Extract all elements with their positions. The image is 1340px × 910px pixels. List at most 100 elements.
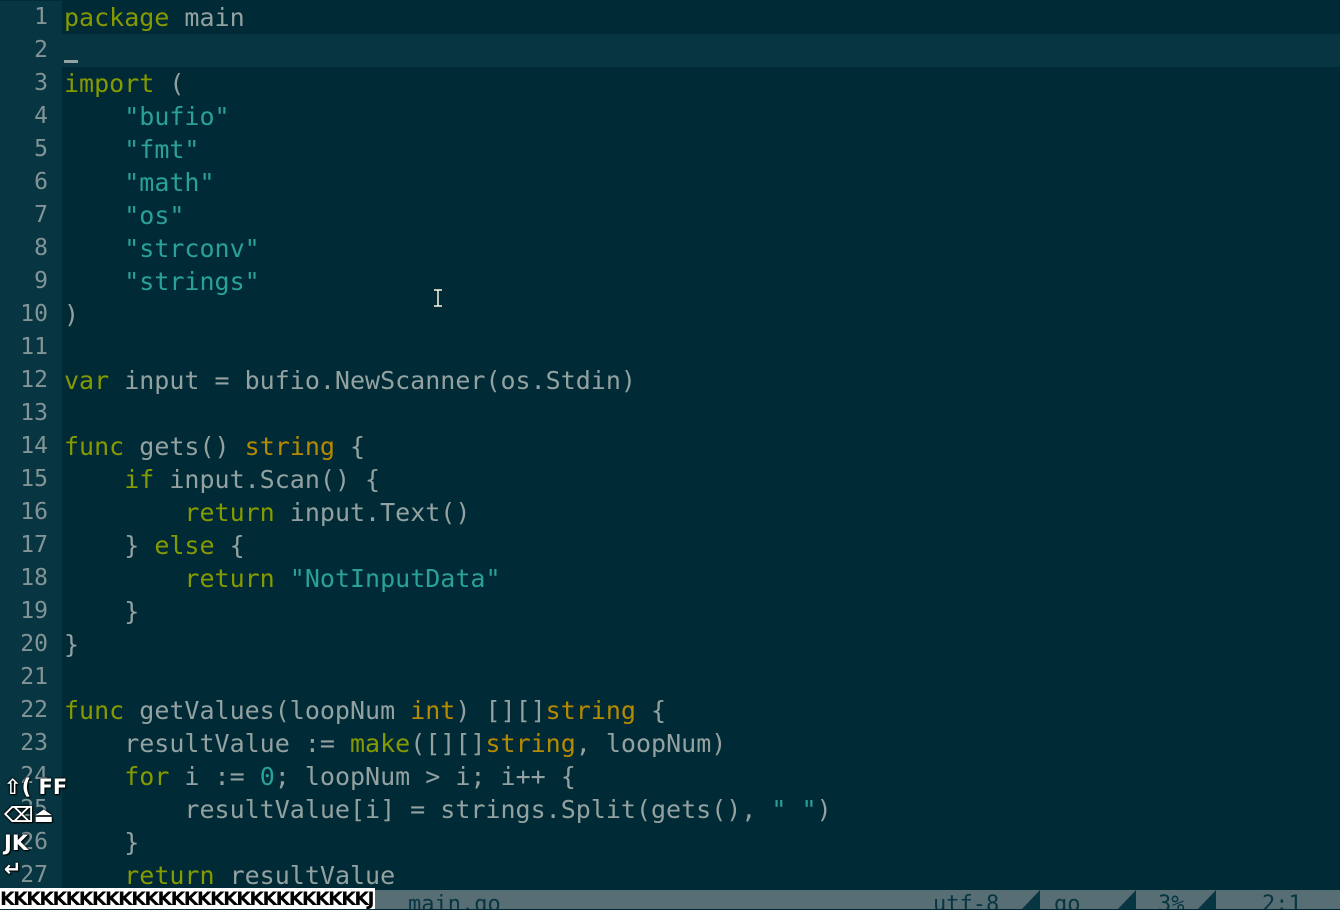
code-text[interactable]: resultValue[i] = strings.Split(gets(), "… [64,793,832,826]
code-token: gets() [124,432,245,461]
code-token: resultValue[i] = strings.Split(gets(), [64,795,772,824]
code-line[interactable]: 7 "os" [0,199,1340,232]
code-token: { [334,432,366,461]
code-text[interactable]: "strconv" [64,232,260,265]
code-line[interactable]: 8 "strconv" [0,232,1340,265]
code-line[interactable]: 19 } [0,595,1340,628]
code-text[interactable]: return resultValue [64,859,395,890]
code-line[interactable]: 10) [0,298,1340,331]
line-number: 16 [0,496,62,529]
code-text[interactable]: } [64,595,139,628]
code-token: func [64,696,125,725]
code-token: import [64,69,155,98]
code-token: main [169,3,245,32]
code-line[interactable]: 16 return input.Text() [0,496,1340,529]
code-token: ; loopNum > i; i++ { [274,762,576,791]
code-token: "fmt" [124,135,200,164]
code-line[interactable]: 13 [0,397,1340,430]
code-line[interactable]: 3 import ( [0,67,1340,100]
code-token: var [64,366,110,395]
code-text[interactable]: for i := 0; loopNum > i; i++ { [64,760,576,793]
status-separator [1118,890,1136,909]
code-text[interactable]: "fmt" [64,133,199,166]
code-text[interactable]: } [64,826,139,859]
code-token: "strconv" [124,234,260,263]
code-token: return [184,498,275,527]
code-text[interactable]: var input = bufio.NewScanner(os.Stdin) [64,364,636,397]
code-token: ([][] [410,729,486,758]
code-line[interactable]: 23 resultValue := make([][]string, loopN… [0,727,1340,760]
code-line[interactable]: 5 "fmt" [0,133,1340,166]
code-line[interactable]: 22 func getValues(loopNum int) [][]string… [0,694,1340,727]
code-line[interactable]: 2 [0,34,1340,67]
code-token: , loopNum) [575,729,727,758]
line-number: 13 [0,397,62,430]
code-text[interactable]: import ( [64,67,184,100]
status-filename: main.go [408,892,501,909]
code-line[interactable]: 24 for i := 0; loopNum > i; i++ { [0,760,1340,793]
code-line[interactable]: 1 package main [0,1,1340,34]
code-line[interactable]: 25 resultValue[i] = strings.Split(gets()… [0,793,1340,826]
code-token: ) [64,300,80,329]
code-line[interactable]: 15 if input.Scan() { [0,463,1340,496]
code-line[interactable]: 12 var input = bufio.NewScanner(os.Stdin) [0,364,1340,397]
code-text[interactable]: resultValue := make([][]string, loopNum) [64,727,726,760]
code-text[interactable]: "os" [64,199,184,232]
code-line[interactable]: 9 "strings" [0,265,1340,298]
code-token: i := [169,762,260,791]
code-line[interactable]: 27 return resultValue [0,859,1340,890]
code-editor[interactable]: 1 package main 2 3 import (4 "bufio" 5 "fmt" 6… [0,0,1340,890]
code-text[interactable]: } [64,628,79,661]
status-separator [1198,890,1216,909]
code-line[interactable]: 11 [0,331,1340,364]
status-percent: 3% [1158,892,1185,909]
code-token: string [244,432,335,461]
code-token: input = bufio.NewScanner(os.Stdin) [109,366,636,395]
code-text[interactable]: return input.Text() [64,496,470,529]
code-line[interactable]: 4 "bufio" [0,100,1340,133]
code-text[interactable]: } else { [64,529,245,562]
code-text[interactable]: func gets() string { [64,430,365,463]
code-text[interactable]: return "NotInputData" [64,562,500,595]
code-token: ( [154,69,185,98]
code-text[interactable]: if input.Scan() { [64,463,380,496]
code-token: 0 [259,762,275,791]
status-encoding: utf-8 [933,892,1000,909]
code-text[interactable]: "math" [64,166,214,199]
code-token: resultValue [214,861,396,890]
line-number: 9 [0,265,62,298]
code-line[interactable]: 6 "math" [0,166,1340,199]
code-text[interactable]: package main [64,1,245,34]
text-cursor-ibeam-icon [434,289,442,307]
code-token: ) [816,795,832,824]
code-token: ) [][] [455,696,546,725]
code-line[interactable]: 17 } else { [0,529,1340,562]
line-number: 19 [0,595,62,628]
code-line[interactable]: 26 } [0,826,1340,859]
code-token: getValues(loopNum [124,696,411,725]
code-line[interactable]: 14 func gets() string { [0,430,1340,463]
code-text[interactable]: "bufio" [64,100,229,133]
code-token: for [124,762,170,791]
code-text[interactable]: ) [64,298,79,331]
line-number: 17 [0,529,62,562]
code-token: } [64,597,140,626]
code-token: } [64,828,140,857]
line-number: 3 [0,67,62,100]
code-line[interactable]: 20} [0,628,1340,661]
line-number: 22 [0,694,62,727]
line-number: 5 [0,133,62,166]
code-token: " " [771,795,817,824]
code-token: package [64,3,170,32]
code-token: { [214,531,245,560]
code-text[interactable]: "strings" [64,265,259,298]
code-text[interactable]: func getValues(loopNum int) [][]string { [64,694,666,727]
code-line[interactable]: 21 [0,661,1340,694]
code-line[interactable]: 18 return "NotInputData" [0,562,1340,595]
